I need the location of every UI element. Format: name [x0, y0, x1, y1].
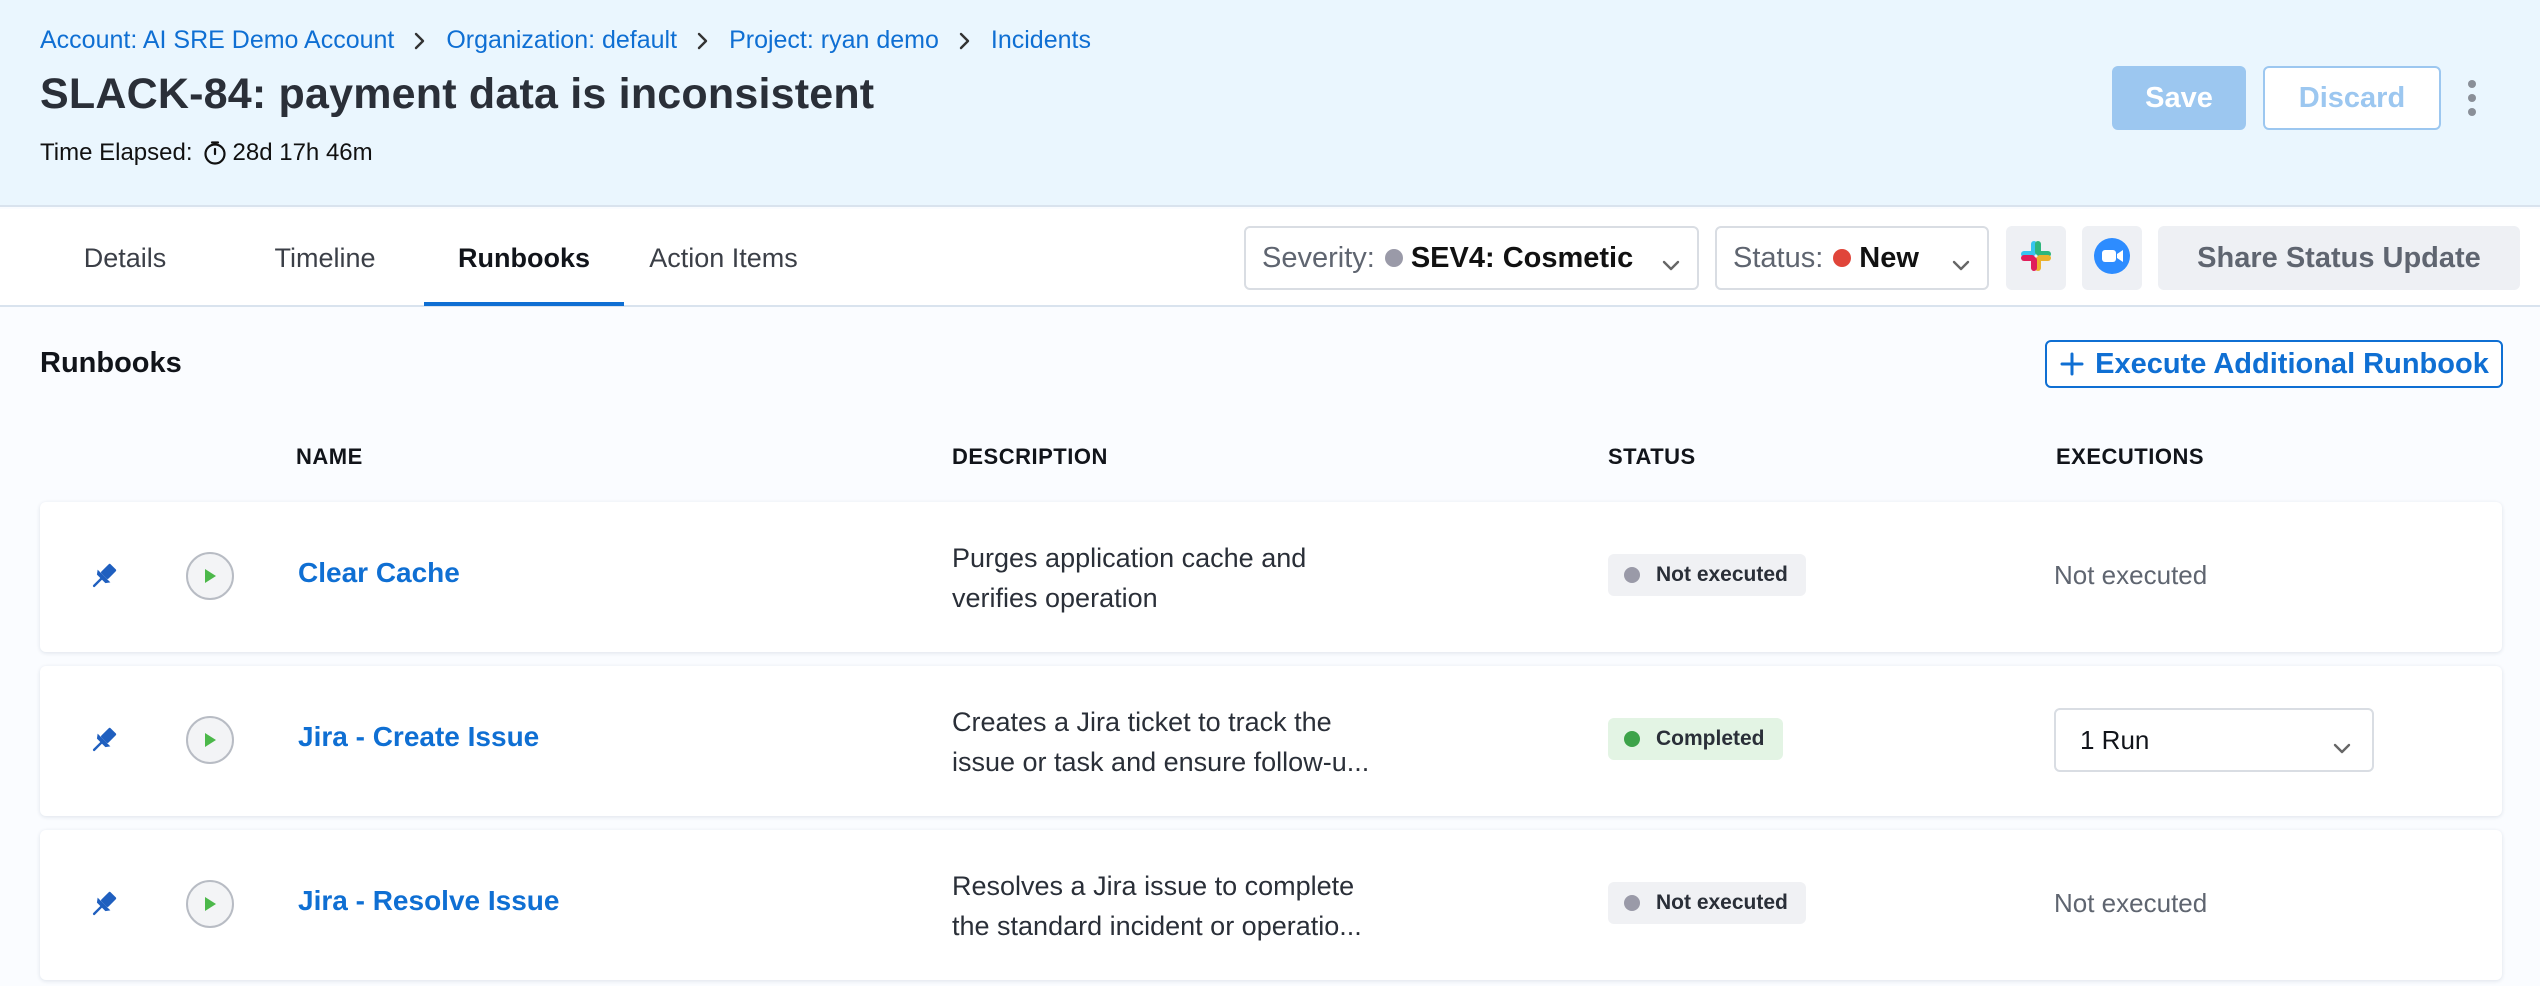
time-elapsed-value: 28d 17h 46m: [232, 139, 373, 166]
tab-runbooks[interactable]: Runbooks: [424, 209, 624, 307]
breadcrumb: Account: AI SRE Demo Account Organizatio…: [40, 26, 1091, 55]
pin-icon[interactable]: [88, 560, 120, 597]
status-dot: [1833, 249, 1852, 267]
breadcrumb-incidents[interactable]: Incidents: [991, 26, 1091, 55]
active-tab-indicator: [424, 302, 624, 306]
zoom-icon: [2093, 237, 2131, 280]
status-badge: Not executed: [1608, 882, 1806, 924]
chevron-down-icon: [1951, 248, 1971, 281]
runbook-name-link[interactable]: Jira - Create Issue: [298, 721, 539, 753]
runbooks-section-title: Runbooks: [40, 347, 182, 379]
tab-bar: Details Timeline Runbooks Action Items S…: [0, 209, 2540, 307]
executions-select-value: 1 Run: [2080, 724, 2150, 755]
play-icon: [205, 733, 216, 747]
play-icon: [205, 569, 216, 583]
run-runbook-button[interactable]: [186, 552, 234, 600]
runbook-description: Resolves a Jira issue to complete the st…: [952, 871, 1362, 941]
run-runbook-button[interactable]: [186, 880, 234, 928]
play-icon: [205, 897, 216, 911]
status-label: Status:: [1733, 241, 1824, 274]
runbook-row: Clear Cache Purges application cache and…: [40, 502, 2502, 652]
breadcrumb-project[interactable]: Project: ryan demo: [729, 26, 939, 55]
column-header-executions: EXECUTIONS: [2056, 444, 2205, 469]
status-badge: Completed: [1608, 718, 1783, 760]
tab-timeline[interactable]: Timeline: [240, 209, 410, 307]
status-dropdown[interactable]: Status: New: [1715, 226, 1989, 290]
tab-action-items[interactable]: Action Items: [636, 209, 811, 307]
status-dot: [1624, 567, 1640, 583]
status-badge: Not executed: [1608, 554, 1806, 596]
chevron-down-icon: [1661, 248, 1681, 281]
runbook-row: Jira - Create Issue Creates a Jira ticke…: [40, 666, 2502, 816]
column-header-status[interactable]: STATUS: [1608, 444, 1696, 470]
time-elapsed: Time Elapsed: 28d 17h 46m: [40, 139, 373, 167]
share-status-update-button[interactable]: Share Status Update: [2158, 226, 2520, 290]
executions-select[interactable]: 1 Run: [2054, 708, 2374, 772]
run-runbook-button[interactable]: [186, 716, 234, 764]
runbook-description: Purges application cache and verifies op…: [952, 543, 1307, 613]
column-header-description: DESCRIPTION: [952, 444, 1108, 469]
pin-icon[interactable]: [88, 888, 120, 925]
severity-dot: [1384, 249, 1403, 267]
runbook-row: Jira - Resolve Issue Resolves a Jira iss…: [40, 830, 2502, 980]
executions-text: Not executed: [2054, 560, 2208, 590]
slack-button[interactable]: [2006, 226, 2066, 290]
save-button[interactable]: Save: [2112, 66, 2246, 130]
runbook-name-link[interactable]: Jira - Resolve Issue: [298, 885, 559, 917]
chevron-right-icon: [697, 32, 709, 50]
chevron-right-icon: [959, 32, 971, 50]
execute-additional-runbook-label: Execute Additional Runbook: [2095, 347, 2489, 380]
time-elapsed-label: Time Elapsed:: [40, 139, 193, 166]
breadcrumb-account[interactable]: Account: AI SRE Demo Account: [40, 26, 394, 55]
severity-value: SEV4: Cosmetic: [1410, 241, 1634, 274]
incident-header: Account: AI SRE Demo Account Organizatio…: [0, 0, 2540, 207]
plus-icon: [2059, 351, 2085, 377]
executions-text: Not executed: [2054, 888, 2208, 918]
runbook-description: Creates a Jira ticket to track the issue…: [952, 707, 1370, 777]
status-dot: [1624, 895, 1640, 911]
status-badge-label: Not executed: [1656, 563, 1788, 586]
status-value: New: [1859, 241, 1919, 274]
severity-label: Severity:: [1262, 241, 1375, 274]
status-dot: [1624, 731, 1640, 747]
column-header-name[interactable]: NAME: [296, 444, 363, 470]
execute-additional-runbook-button[interactable]: Execute Additional Runbook: [2045, 340, 2503, 388]
discard-button[interactable]: Discard: [2263, 66, 2441, 130]
chevron-right-icon: [414, 32, 426, 50]
breadcrumb-organization[interactable]: Organization: default: [446, 26, 677, 55]
more-options-icon[interactable]: [2460, 80, 2484, 116]
chevron-down-icon: [2332, 732, 2352, 763]
status-badge-label: Not executed: [1656, 891, 1788, 914]
page-title: SLACK-84: payment data is inconsistent: [40, 70, 875, 118]
status-badge-label: Completed: [1656, 727, 1765, 750]
runbook-name-link[interactable]: Clear Cache: [298, 557, 460, 589]
slack-icon: [2019, 239, 2053, 278]
pin-icon[interactable]: [88, 724, 120, 761]
zoom-button[interactable]: [2082, 226, 2142, 290]
tab-details[interactable]: Details: [40, 209, 210, 307]
stopwatch-icon: [203, 140, 227, 166]
severity-dropdown[interactable]: Severity: SEV4: Cosmetic: [1244, 226, 1699, 290]
